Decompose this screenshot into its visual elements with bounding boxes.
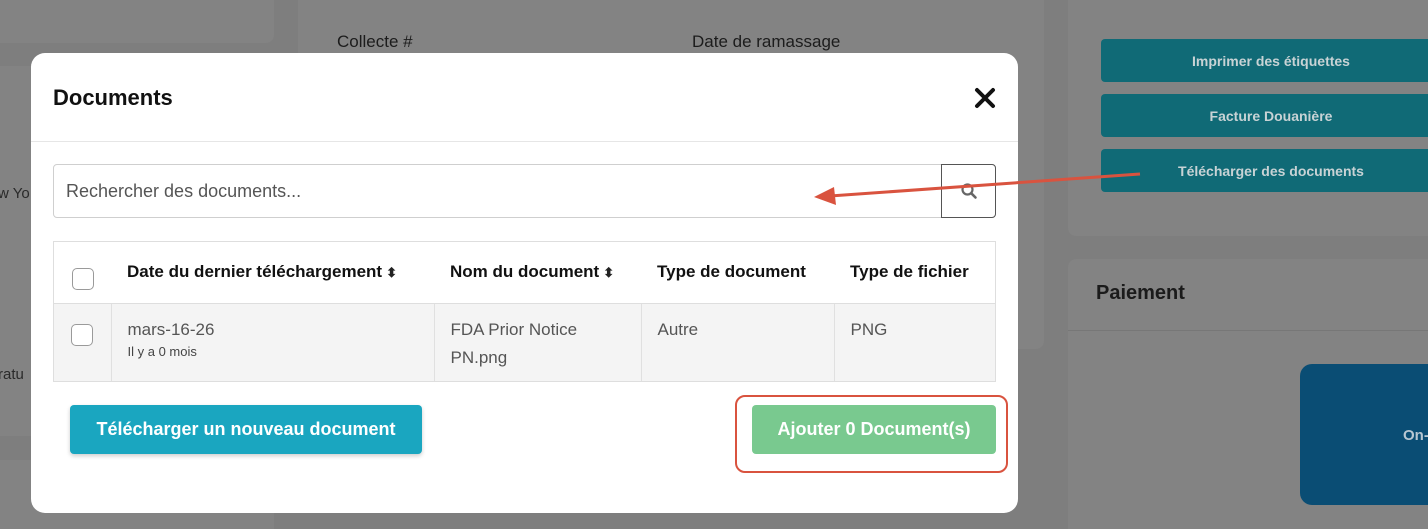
col-doctype-header: Type de document	[657, 262, 806, 282]
search-button[interactable]	[941, 164, 996, 218]
search-input[interactable]	[54, 165, 941, 217]
collecte-label: Collecte #	[337, 32, 413, 51]
row-checkbox[interactable]	[71, 323, 94, 346]
row-date: mars-16-26	[127, 319, 215, 339]
select-all-checkbox[interactable]	[71, 267, 94, 290]
search-box	[53, 164, 996, 218]
table-row[interactable]: mars-16-26 Il y a 0 mois FDA Prior Notic…	[54, 302, 995, 381]
download-documents-button[interactable]: Télécharger des documents	[1101, 149, 1428, 192]
search-icon	[960, 183, 977, 199]
left-partial-text-2: ratu	[0, 366, 24, 383]
documents-table: Date du dernier téléchargement ⬍ Nom du d…	[53, 241, 996, 382]
row-date-cell: mars-16-26 Il y a 0 mois	[110, 302, 434, 381]
row-file-type: PNG	[850, 319, 888, 339]
row-doc-type: Autre	[657, 319, 699, 339]
table-header-row: Date du dernier téléchargement ⬍ Nom du d…	[54, 242, 995, 303]
sort-icon: ⬍	[603, 265, 615, 281]
payment-title: Paiement	[1096, 282, 1185, 304]
date-ramassage-label: Date de ramassage	[692, 32, 841, 51]
row-doctype-cell: Autre	[640, 302, 834, 381]
payment-card-text: On-	[1403, 427, 1428, 444]
left-partial-text-1: w Yo	[0, 185, 30, 202]
modal-title: Documents	[53, 85, 173, 110]
col-filetype-header: Type de fichier	[850, 262, 969, 282]
print-labels-button[interactable]: Imprimer des étiquettes	[1101, 39, 1428, 82]
annotation-highlight-box	[735, 395, 1008, 473]
sort-icon: ⬍	[386, 265, 397, 281]
close-icon[interactable]	[971, 83, 999, 111]
row-doc-name: FDA Prior Notice PN.png	[450, 319, 578, 367]
upload-new-document-button[interactable]: Télécharger un nouveau document	[70, 405, 422, 454]
modal-header: Documents	[31, 53, 1018, 142]
customs-invoice-button[interactable]: Facture Douanière	[1101, 94, 1428, 137]
row-filetype-cell: PNG	[833, 302, 995, 381]
row-name-cell: FDA Prior Notice PN.png	[433, 302, 641, 381]
payment-divider	[1068, 330, 1428, 331]
col-name-header[interactable]: Nom du document ⬍	[434, 242, 641, 303]
row-relative-time: Il y a 0 mois	[127, 343, 197, 359]
row-select-cell	[54, 302, 111, 381]
bg-card-left-top	[0, 0, 274, 43]
col-date-header[interactable]: Date du dernier téléchargement ⬍	[111, 242, 434, 303]
select-all-cell	[54, 242, 111, 303]
